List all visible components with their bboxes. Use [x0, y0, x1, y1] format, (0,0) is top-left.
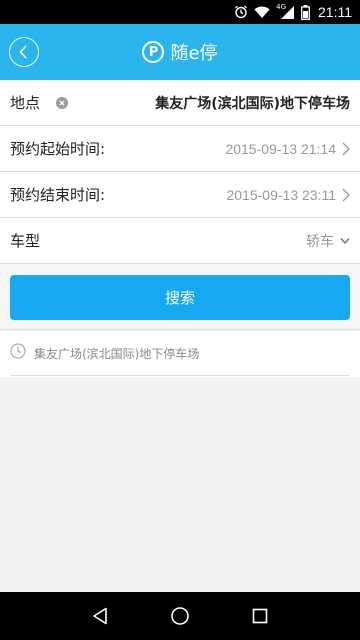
- chevron-right-icon: [342, 188, 350, 202]
- search-history: 集友广场(滨北国际)地下停车场: [0, 331, 360, 377]
- chevron-down-icon: [340, 237, 350, 245]
- start-time-label: 预约起始时间:: [10, 140, 106, 158]
- clock-icon: [10, 343, 26, 363]
- location-label: 地点: [10, 94, 41, 112]
- car-type-row[interactable]: 车型 轿车: [0, 218, 360, 264]
- nav-back-button[interactable]: [80, 596, 120, 636]
- car-type-value: 轿车: [306, 232, 334, 249]
- start-time-row[interactable]: 预约起始时间: 2015-09-13 21:14: [0, 126, 360, 172]
- end-time-label: 预约结束时间:: [10, 186, 106, 204]
- search-area: 搜索: [0, 264, 360, 330]
- nav-recents-button[interactable]: [240, 596, 280, 636]
- app-bar: P 随e停: [0, 24, 360, 80]
- end-time-row[interactable]: 预约结束时间: 2015-09-13 23:11: [0, 172, 360, 218]
- end-time-value: 2015-09-13 23:11: [226, 186, 337, 203]
- search-button[interactable]: 搜索: [10, 275, 350, 320]
- back-triangle-icon: [93, 607, 107, 625]
- start-time-value: 2015-09-13 21:14: [225, 140, 336, 157]
- nav-home-button[interactable]: [160, 596, 200, 636]
- clock-time: 21:11: [318, 4, 352, 20]
- app-title: P 随e停: [142, 39, 218, 65]
- location-row[interactable]: 地点 集友广场(滨北国际)地下停车场: [0, 80, 360, 126]
- history-item-text: 集友广场(滨北国际)地下停车场: [34, 346, 200, 361]
- back-button[interactable]: [9, 37, 39, 67]
- alarm-icon: [234, 4, 248, 20]
- network-type-label: 4G: [276, 3, 286, 11]
- battery-icon: [301, 4, 310, 20]
- wifi-icon: [254, 4, 270, 20]
- recents-square-icon: [252, 608, 268, 624]
- location-value: 集友广场(滨北国际)地下停车场: [155, 95, 350, 112]
- chevron-left-icon: [19, 45, 27, 59]
- home-circle-icon: [171, 607, 189, 625]
- parking-logo-icon: P: [142, 41, 165, 63]
- car-type-label: 车型: [10, 232, 41, 250]
- status-bar: 4G 21:11: [0, 0, 360, 24]
- chevron-right-icon: [342, 142, 350, 156]
- signal-icon: 4G: [276, 3, 295, 20]
- reservation-form: 地点 集友广场(滨北国际)地下停车场 预约起始时间: 2015-09-13 21…: [0, 80, 360, 264]
- system-nav-bar: [0, 592, 360, 640]
- history-item[interactable]: 集友广场(滨北国际)地下停车场: [10, 331, 350, 376]
- clear-location-icon[interactable]: [56, 96, 69, 109]
- page-title: 随e停: [170, 43, 218, 64]
